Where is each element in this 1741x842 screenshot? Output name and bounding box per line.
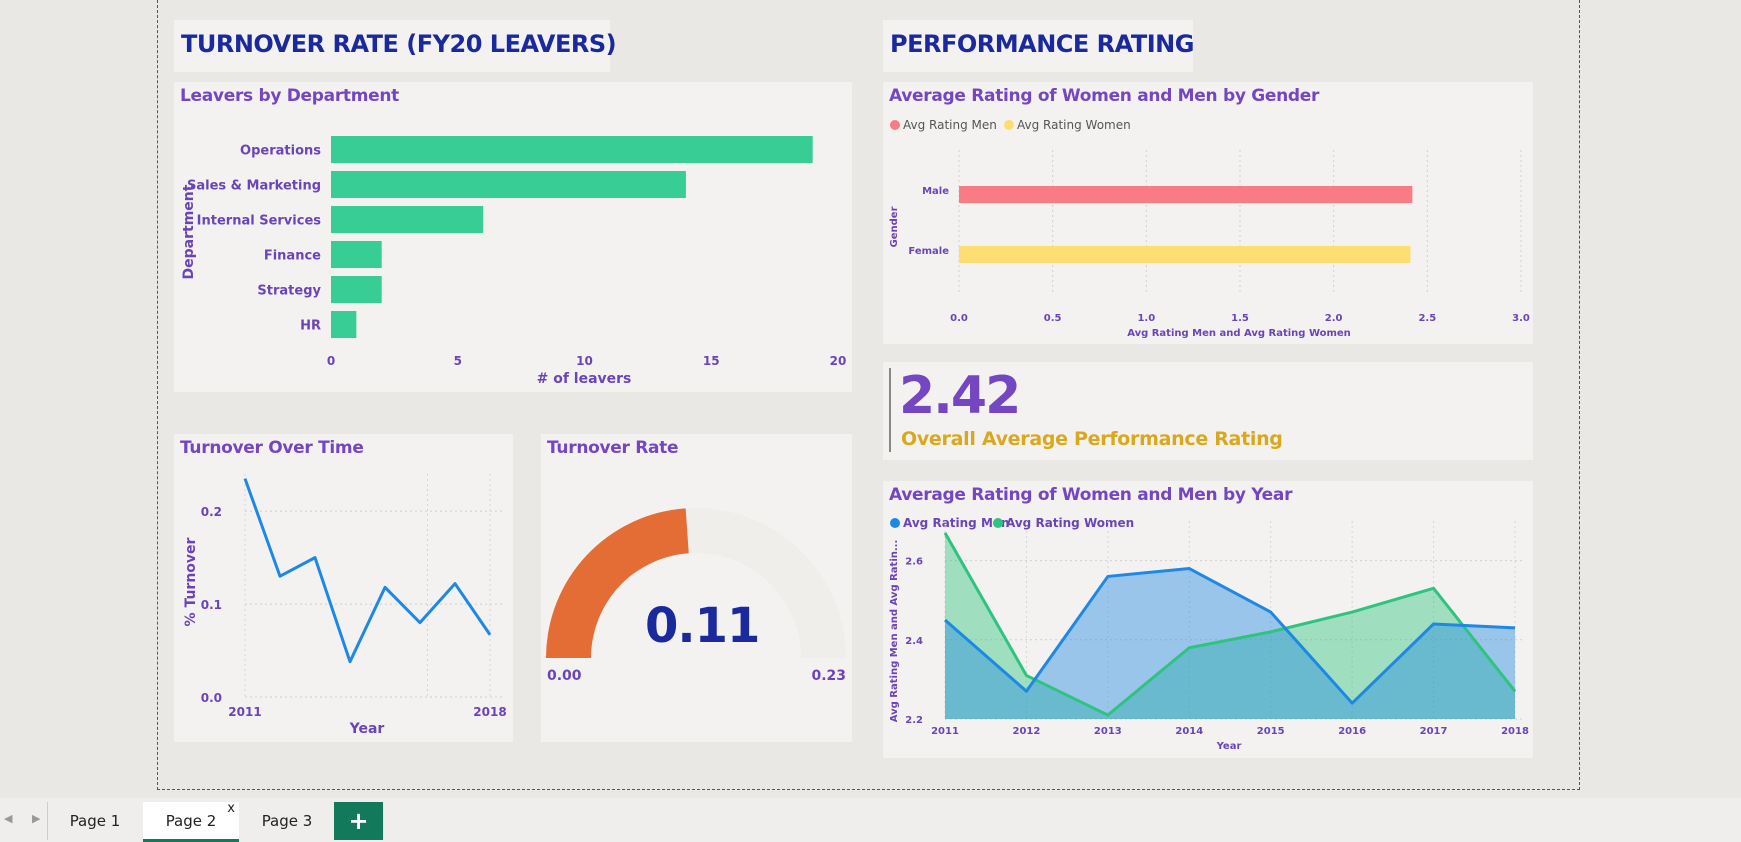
tab-scroll-right-icon[interactable]: ▶: [32, 812, 40, 825]
close-tab-icon[interactable]: x: [227, 790, 235, 828]
gauge-min-label: 0.00: [547, 668, 582, 684]
leavers-by-department-tile[interactable]: Leavers by Department Department # of le…: [174, 82, 852, 392]
bar: [331, 206, 484, 233]
x-tick-label: 0: [327, 354, 335, 368]
turnover-over-time-tile[interactable]: Turnover Over Time % Turnover Year 0.0 0.…: [174, 434, 513, 742]
y-tick-label: 0.0: [201, 691, 222, 705]
tab-page-2-label: Page 2: [165, 812, 217, 830]
x-tick-label: 2013: [1094, 726, 1122, 737]
add-page-button[interactable]: +: [334, 802, 383, 840]
page-tabs-bar: ◀ ▶ Page 1 Page 2 x Page 3 +: [0, 798, 1741, 842]
x-tick-label: 2011: [931, 726, 959, 737]
header-right-tile: PERFORMANCE RATING: [883, 20, 1194, 72]
legend-marker-women: [993, 518, 1003, 528]
turnover-rate-tile[interactable]: Turnover Rate 0.11 0.00 0.23: [541, 434, 852, 742]
legend-marker-men: [890, 120, 900, 130]
series-line: [243, 478, 492, 664]
x-tick-label: 10: [576, 354, 593, 368]
tab-page-2[interactable]: Page 2 x: [143, 801, 239, 842]
x-axis-title: Year: [1216, 741, 1242, 752]
tab-page-3[interactable]: Page 3: [240, 802, 334, 840]
bar: [331, 136, 813, 163]
y-tick-label: 2.6: [905, 557, 923, 568]
category-label: Internal Services: [197, 214, 322, 229]
bar: [959, 186, 1413, 203]
y-tick-label: 2.2: [905, 715, 923, 726]
y-axis-title: Avg Rating Men and Avg Ratin...: [889, 540, 900, 723]
bar: [331, 241, 382, 268]
leavers-by-department-chart: Department # of leavers Operations Sales …: [181, 136, 847, 387]
x-tick-label: 1.0: [1137, 313, 1155, 324]
x-tick-label: 2011: [228, 705, 261, 719]
tab-scroll-left-icon[interactable]: ◀: [4, 812, 12, 825]
x-axis-title: Avg Rating Men and Avg Rating Women: [1127, 328, 1351, 339]
kpi-label: Overall Average Performance Rating: [901, 428, 1283, 450]
bar: [959, 246, 1411, 263]
legend-marker-men: [890, 518, 900, 528]
x-tick-label: 0.5: [1044, 313, 1062, 324]
x-tick-label: 5: [454, 354, 462, 368]
y-tick-label: 0.2: [201, 505, 222, 519]
x-tick-label: 2016: [1338, 726, 1366, 737]
x-tick-label: 2.0: [1325, 313, 1343, 324]
category-label: Male: [922, 186, 949, 197]
x-tick-label: 2018: [473, 705, 506, 719]
avg-rating-year-tile[interactable]: Average Rating of Women and Men by Year …: [883, 481, 1533, 758]
gauge-max-label: 0.23: [811, 668, 846, 684]
y-axis-title: % Turnover: [183, 537, 199, 626]
x-tick-label: 15: [703, 354, 720, 368]
y-axis-title: Department: [181, 184, 197, 279]
avg-rating-year-chart: Avg Rating Men Avg Rating Women Avg Rati…: [889, 516, 1529, 752]
y-tick-label: 2.4: [905, 636, 923, 647]
x-axis-title: # of leavers: [537, 371, 632, 387]
tab-page-1[interactable]: Page 1: [48, 802, 142, 840]
legend-marker-women: [1004, 120, 1014, 130]
legend-label-women: Avg Rating Women: [1006, 516, 1134, 530]
x-tick-label: 2012: [1013, 726, 1041, 737]
x-tick-label: 2017: [1420, 726, 1448, 737]
y-tick-label: 0.1: [201, 598, 222, 612]
bar: [331, 311, 357, 338]
turnover-rate-gauge: [546, 508, 846, 658]
category-label: Female: [908, 246, 949, 257]
turnover-over-time-chart: % Turnover Year 0.0 0.1 0.2 2011 2018: [183, 474, 507, 737]
x-tick-label: 20: [830, 354, 847, 368]
category-label: Sales & Marketing: [187, 179, 321, 194]
header-left-tile: TURNOVER RATE (FY20 LEAVERS): [174, 20, 617, 72]
y-axis-title: Gender: [889, 206, 900, 247]
x-tick-label: 2015: [1257, 726, 1285, 737]
legend-label-men: Avg Rating Men: [903, 118, 997, 132]
x-tick-label: 0.0: [950, 313, 968, 324]
section-title-performance: PERFORMANCE RATING: [890, 30, 1194, 58]
x-tick-label: 2018: [1501, 726, 1529, 737]
x-tick-label: 2014: [1175, 726, 1203, 737]
x-tick-label: 2.5: [1418, 313, 1436, 324]
x-tick-label: 1.5: [1231, 313, 1249, 324]
category-label: Operations: [240, 144, 321, 159]
gauge-value: 0.11: [645, 598, 760, 654]
x-axis-title: Year: [349, 721, 385, 737]
bar: [331, 276, 382, 303]
category-label: Strategy: [257, 284, 321, 299]
section-title-turnover: TURNOVER RATE (FY20 LEAVERS): [181, 30, 617, 58]
kpi-value: 2.42: [899, 366, 1021, 426]
avg-rating-gender-chart: Avg Rating Men Avg Rating Women Gender A…: [889, 118, 1530, 339]
category-label: HR: [300, 319, 321, 334]
bar: [331, 171, 686, 198]
category-label: Finance: [264, 249, 321, 264]
avg-rating-gender-tile[interactable]: Average Rating of Women and Men by Gende…: [883, 82, 1533, 344]
kpi-divider: [889, 368, 891, 452]
x-tick-label: 3.0: [1512, 313, 1530, 324]
kpi-card: 2.42 Overall Average Performance Rating: [883, 362, 1533, 460]
legend[interactable]: Avg Rating Men Avg Rating Women: [890, 516, 1134, 530]
legend-label-women: Avg Rating Women: [1017, 118, 1131, 132]
legend[interactable]: Avg Rating Men Avg Rating Women: [890, 118, 1131, 132]
